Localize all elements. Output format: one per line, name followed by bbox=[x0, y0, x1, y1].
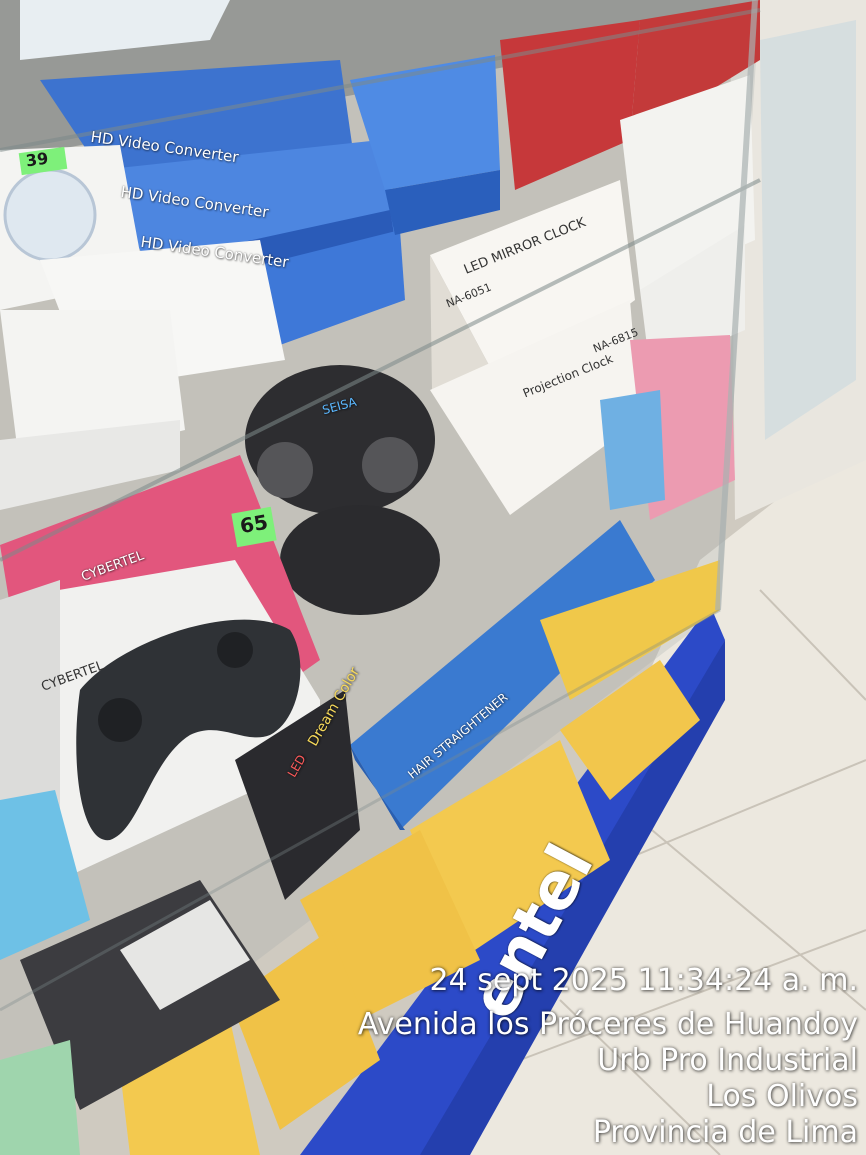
price-39-label: 39 bbox=[24, 148, 50, 171]
price-65-label: 65 bbox=[238, 509, 270, 539]
photo-scene: 39 65 HD Video Converter HD Video Conver… bbox=[0, 0, 866, 1155]
timestamp-line-5: Provincia de Lima bbox=[592, 1115, 858, 1150]
timestamp-line-3: Urb Pro Industrial bbox=[597, 1043, 858, 1078]
timestamp-line-2: Avenida los Próceres de Huandoy bbox=[357, 1007, 858, 1042]
timestamp-line-4: Los Olivos bbox=[706, 1079, 858, 1114]
timestamp-line-1: 24 sept 2025 11:34:24 a. m. bbox=[429, 963, 858, 998]
